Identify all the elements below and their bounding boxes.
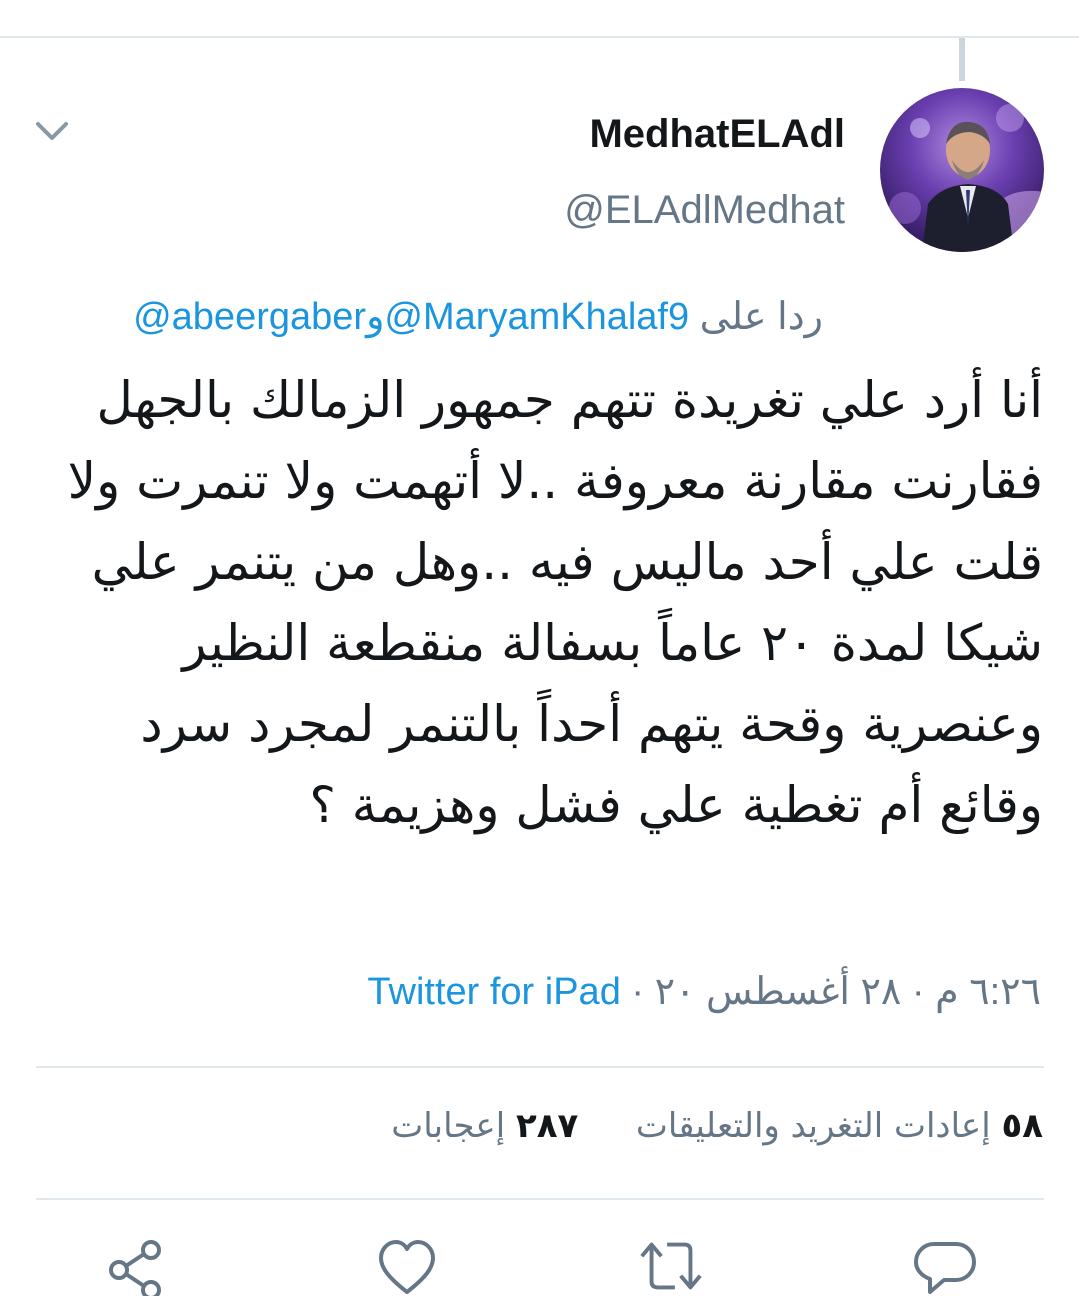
replying-to-label: ردا على — [699, 296, 823, 338]
display-name[interactable]: MedhatELAdl — [589, 108, 845, 160]
reply-mention-abeergaber[interactable]: @abeergaber — [133, 296, 366, 338]
share-button[interactable] — [100, 1236, 170, 1296]
retweet-button[interactable] — [636, 1236, 706, 1296]
reply-button[interactable] — [910, 1236, 980, 1296]
tweet-time: ٦:٢٦ م — [935, 971, 1041, 1013]
tweet-date: ٢٨ أغسطس ٢٠ — [654, 971, 902, 1013]
share-icon — [109, 1240, 161, 1296]
like-button[interactable] — [372, 1236, 442, 1296]
tweet-metadata: ٦:٢٦ م · ٢٨ أغسطس ٢٠ · Twitter for iPad — [367, 966, 1041, 1018]
divider — [36, 1198, 1044, 1200]
reply-conjunction: و — [366, 296, 385, 338]
comment-icon — [914, 1242, 976, 1294]
likes-label: إعجابات — [391, 1106, 506, 1146]
tweet-text: أنا أرد علي تغريدة تتهم جمهور الزمالك با… — [67, 371, 1043, 834]
reply-mention-maryamkhalaf9[interactable]: @MaryamKhalaf9 — [384, 296, 689, 338]
replying-to: ردا على @MaryamKhalaf9و@abeergaber — [133, 292, 823, 342]
retweets-label: إعادات التغريد والتعليقات — [635, 1106, 991, 1146]
meta-separator: · — [911, 971, 925, 1013]
retweets-stat[interactable]: ٥٨ إعادات التغريد والتعليقات — [625, 1106, 1043, 1146]
avatar[interactable] — [880, 88, 1044, 252]
tweet-source-link[interactable]: Twitter for iPad — [367, 971, 620, 1013]
thread-connector-line — [959, 38, 965, 81]
chevron-down-icon — [36, 122, 68, 140]
meta-separator: · — [631, 971, 645, 1013]
likes-stat[interactable]: ٢٨٧ إعجابات — [391, 1106, 578, 1146]
heart-icon — [379, 1240, 435, 1294]
retweets-count: ٥٨ — [1001, 1106, 1043, 1146]
tweet-menu-button[interactable] — [30, 114, 74, 150]
top-divider — [0, 36, 1079, 38]
divider — [36, 1066, 1044, 1068]
retweet-icon — [640, 1242, 702, 1290]
engagement-stats: ٥٨ إعادات التغريد والتعليقات ٢٨٧ إعجابات — [391, 1100, 1043, 1152]
user-handle[interactable]: @ELAdlMedhat — [564, 184, 845, 236]
likes-count: ٢٨٧ — [515, 1106, 579, 1146]
